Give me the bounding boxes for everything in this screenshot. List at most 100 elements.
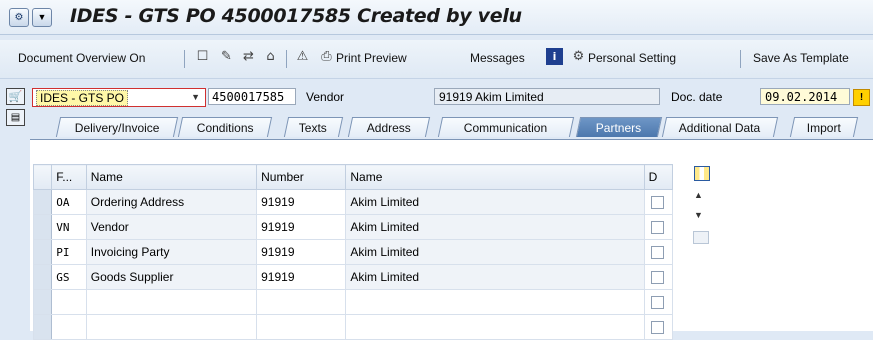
default-checkbox[interactable] [651,196,665,210]
partner-function-cell[interactable] [51,289,87,315]
tab-conditions[interactable]: Conditions [177,117,273,137]
tab-delivery-invoice[interactable]: Delivery/Invoice [55,117,179,137]
scroll-up-icon[interactable]: ▲ [694,190,703,200]
partner-name-cell: Akim Limited [345,189,645,215]
column-header-partner-name[interactable]: Name [345,164,645,190]
tab-texts[interactable]: Texts [283,117,344,137]
default-checkbox-cell [643,214,674,240]
partner-function-cell[interactable] [51,314,87,340]
function-name-cell: Goods Supplier [85,264,258,290]
table-row: PI Invoicing Party 91919 Akim Limited [32,239,674,265]
default-checkbox[interactable] [651,321,665,335]
function-name-cell [85,289,258,315]
function-name-cell [85,314,258,340]
tab-partners[interactable]: Partners [575,117,663,137]
partner-name-cell: Akim Limited [345,239,645,265]
table-row [32,289,674,315]
default-checkbox-cell [643,239,674,265]
scrollbar-thumb[interactable] [693,231,709,244]
partner-name-cell: Akim Limited [345,264,645,290]
doc-date-label: Doc. date [671,90,723,104]
po-number-field[interactable]: 4500017585 [208,88,296,105]
default-checkbox[interactable] [651,296,665,310]
vendor-field[interactable]: 91919 Akim Limited [434,88,660,105]
partner-function-cell[interactable]: GS [51,264,87,290]
partner-function-cell[interactable]: OA [51,189,87,215]
table-row: OA Ordering Address 91919 Akim Limited [32,189,674,215]
warning-icon[interactable]: ! [853,89,870,106]
transaction-icon[interactable]: ⚙ [9,8,29,27]
default-checkbox[interactable] [651,221,665,235]
hold-icon[interactable]: ⌂ [262,48,279,65]
partner-name-cell: Akim Limited [345,214,645,240]
header-detail-icon[interactable]: ▤ [6,109,25,126]
default-checkbox-cell [643,189,674,215]
header-tabs: Delivery/Invoice Conditions Texts Addres… [30,117,873,139]
row-selector[interactable] [32,289,53,315]
application-toolbar: Document Overview On ☐ ✎ ⇄ ⌂ ⚠ ⎙ Print P… [0,40,873,79]
row-selector[interactable] [32,264,53,290]
function-name-cell: Invoicing Party [85,239,258,265]
row-selector[interactable] [32,214,53,240]
tab-import[interactable]: Import [789,117,859,137]
table-row: GS Goods Supplier 91919 Akim Limited [32,264,674,290]
partner-number-cell[interactable]: 91919 [256,264,347,290]
vendor-label: Vendor [306,90,345,104]
partner-number-cell[interactable]: 91919 [256,214,347,240]
print-preview-icon[interactable]: ⎙ [318,48,335,65]
other-po-icon[interactable]: ⇄ [240,48,257,65]
partner-function-cell[interactable]: PI [51,239,87,265]
default-checkbox-cell [643,264,674,290]
table-header-row: F... Name Number Name D [32,164,674,190]
row-selector[interactable] [32,189,53,215]
menu-dropdown-icon[interactable]: ▼ [32,8,52,27]
default-checkbox-cell [643,289,674,315]
select-all-cell[interactable] [32,164,53,190]
doc-date-field[interactable]: 09.02.2014 [760,88,850,105]
toolbar-separator [184,50,185,68]
toolbar-separator [740,50,741,68]
row-selector[interactable] [32,314,53,340]
document-type-select[interactable]: IDES - GTS PO ▼ [32,88,206,107]
partner-number-cell[interactable]: 91919 [256,239,347,265]
column-config-icon[interactable] [694,166,710,181]
column-header-number[interactable]: Number [256,164,347,190]
page-title: IDES - GTS PO 4500017585 Created by velu [70,5,522,27]
info-icon[interactable]: i [546,48,563,65]
default-checkbox[interactable] [651,246,665,260]
partner-number-cell[interactable]: 91919 [256,189,347,215]
tab-address[interactable]: Address [347,117,431,137]
partner-function-cell[interactable]: VN [51,214,87,240]
title-bar: ⚙ ▼ IDES - GTS PO 4500017585 Created by … [0,0,873,35]
shopping-cart-icon[interactable]: 🛒 [6,88,25,105]
column-header-function[interactable]: F... [51,164,87,190]
toolbar-separator [286,50,287,68]
partner-name-cell [345,314,645,340]
scroll-down-icon[interactable]: ▼ [694,210,703,220]
edit-display-icon[interactable]: ✎ [218,48,235,65]
document-type-value: IDES - GTS PO [36,90,129,106]
default-checkbox[interactable] [651,271,665,285]
save-as-template-button[interactable]: Save As Template [753,51,849,65]
tab-additional-data[interactable]: Additional Data [661,117,779,137]
check-icon[interactable]: ⚠ [294,48,311,65]
document-overview-button[interactable]: Document Overview On [18,51,145,65]
partner-number-cell[interactable] [256,289,347,315]
row-selector[interactable] [32,239,53,265]
table-row [32,314,674,340]
messages-button[interactable]: Messages [470,51,525,65]
new-document-icon[interactable]: ☐ [194,48,211,65]
personal-setting-icon[interactable]: ⚙ [570,48,587,65]
print-preview-button[interactable]: Print Preview [336,51,407,65]
chevron-down-icon[interactable]: ▼ [191,89,200,106]
default-checkbox-cell [643,314,674,340]
partner-number-cell[interactable] [256,314,347,340]
personal-setting-button[interactable]: Personal Setting [588,51,676,65]
table-row: VN Vendor 91919 Akim Limited [32,214,674,240]
partners-table: F... Name Number Name D OA Ordering Addr… [32,164,674,340]
function-name-cell: Vendor [85,214,258,240]
tab-communication[interactable]: Communication [437,117,575,137]
partner-name-cell [345,289,645,315]
column-header-default[interactable]: D [643,164,674,190]
column-header-name[interactable]: Name [85,164,258,190]
